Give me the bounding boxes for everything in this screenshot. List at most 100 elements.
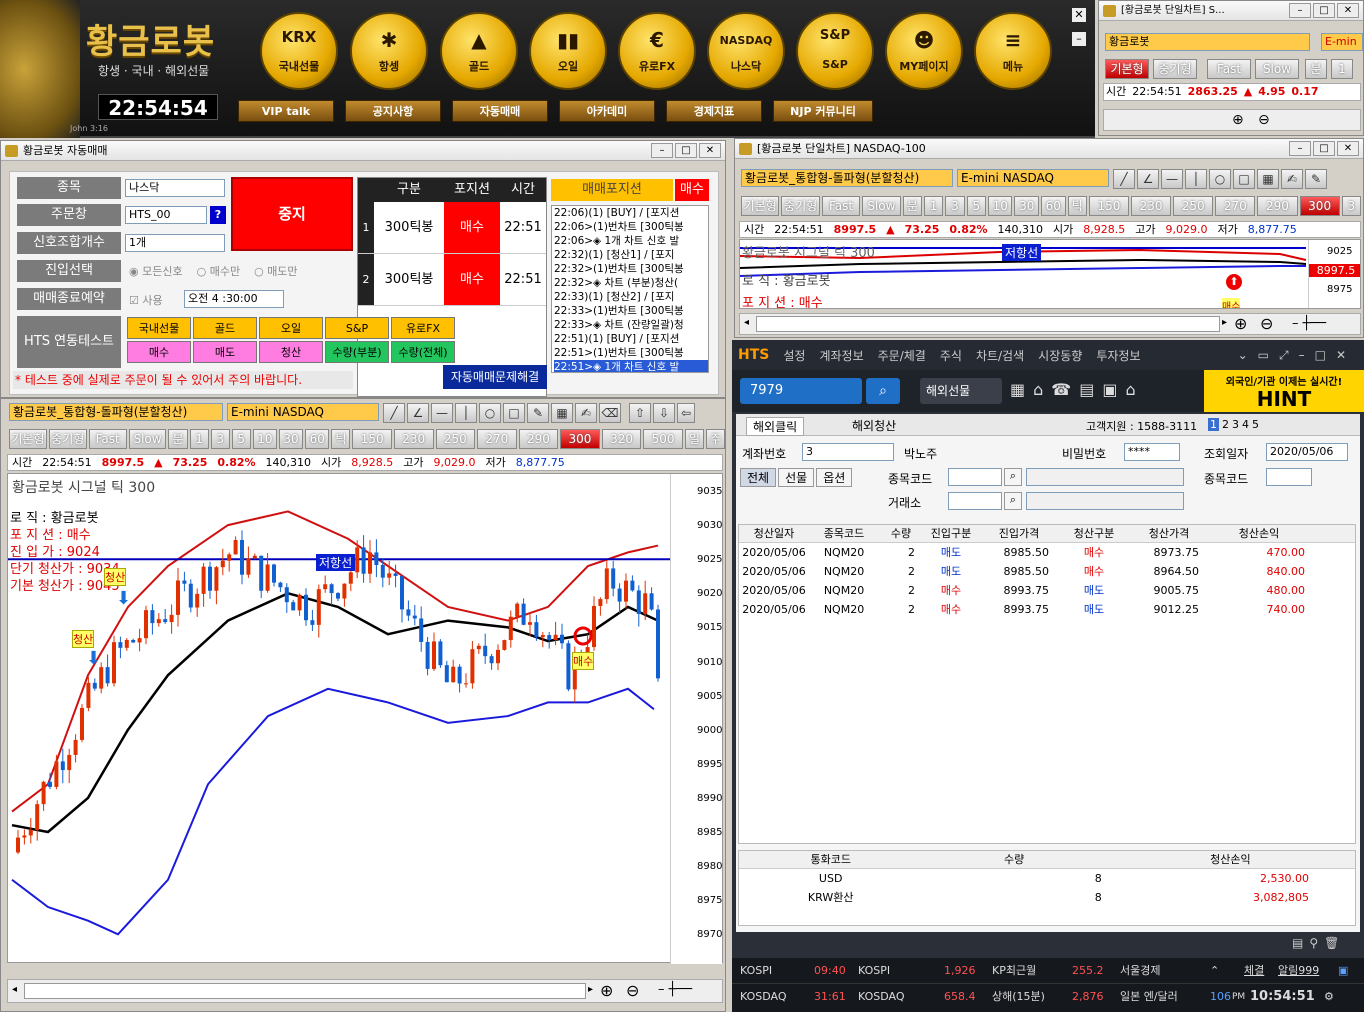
table-row[interactable]: 2020/05/06 NQM20 2 매수 8993.75 매도 9005.75 480.00 — [739, 581, 1355, 600]
product-field[interactable]: E-mini NASDAQ — [957, 169, 1109, 187]
table-row[interactable]: KRW환산 8 3,082,805 — [739, 888, 1355, 907]
tab-mid[interactable]: 중기형 — [1153, 59, 1197, 79]
tab-0[interactable]: 기본형 — [9, 429, 47, 449]
zoom-in-icon[interactable]: ⊕ — [600, 981, 613, 1000]
minimize-icon[interactable]: – — [651, 143, 673, 158]
table-row[interactable]: USD 8 2,530.00 — [739, 869, 1355, 888]
menu-button-snp[interactable]: S&P S&P — [796, 12, 874, 90]
item-select[interactable]: 나스닥 — [125, 179, 225, 197]
circle-tool-icon[interactable]: ○ — [479, 403, 501, 423]
minimize-icon[interactable]: – — [1289, 3, 1311, 18]
scroll-left-icon[interactable]: ◂ — [12, 984, 17, 995]
chevron-up-icon[interactable]: ⌃ — [1210, 958, 1244, 983]
scroll-track[interactable] — [24, 983, 586, 999]
tab-14[interactable]: 250 — [435, 429, 476, 449]
tab-4[interactable]: 분 — [168, 429, 188, 449]
minimize-icon[interactable]: – — [1072, 32, 1086, 46]
tab-5[interactable]: 1 — [189, 429, 209, 449]
tab-basic[interactable]: 기본형 — [1105, 59, 1149, 79]
line-tool-icon[interactable]: ╱ — [1113, 169, 1135, 189]
arrow-left-icon[interactable]: ⇦ — [677, 403, 695, 423]
tab-17[interactable]: 300 — [560, 429, 600, 449]
price-chart[interactable]: ⬇ ⬇ 황금로봇 시그널 틱 300 로 직 : 황금로봇 포 지 션 : 매수 … — [7, 473, 723, 964]
mini-scrollbar[interactable]: ⊕ ⊖ — [1103, 109, 1361, 131]
product-field[interactable]: E-mini NASDAQ — [227, 403, 379, 421]
tab-1[interactable]: 중기형 — [48, 429, 87, 449]
vline-tool-icon[interactable]: │ — [1185, 169, 1207, 189]
close-icon[interactable]: ✕ — [1337, 3, 1359, 18]
window-controls[interactable]: ⌄▭⤢–□✕ — [1238, 348, 1356, 363]
market-select[interactable]: 해외선물 — [920, 378, 1002, 404]
filter-all[interactable]: 전체 — [740, 468, 777, 487]
radio-sell-only[interactable]: ○ 매도만 — [254, 263, 297, 279]
scroll-right-icon[interactable]: ▸ — [1222, 317, 1227, 328]
chart-scrollbar[interactable]: ◂ ▸ ⊕ ⊖ – ┼── — [739, 313, 1361, 335]
tab-11[interactable]: 틱 — [331, 429, 351, 449]
menu-button-mypage[interactable]: ☻ MY페이지 — [885, 12, 963, 90]
tab-9[interactable]: 30 — [278, 429, 304, 449]
tab-12[interactable]: 150 — [1088, 196, 1129, 216]
bottom-action-icons[interactable]: ▤⚲🗑 — [1292, 936, 1345, 950]
tab-11[interactable]: 틱 — [1067, 196, 1087, 216]
radio-buy-only[interactable]: ○ 매수만 — [197, 263, 240, 279]
tab-10[interactable]: 60 — [305, 429, 330, 449]
arrow-up-icon[interactable]: ⇧ — [629, 403, 651, 423]
strategy-select[interactable]: 황금로봇 — [1105, 33, 1310, 51]
table-row[interactable]: 2 300틱봉 매수 22:51 — [358, 254, 546, 306]
angle-tool-icon[interactable]: ∠ — [1137, 169, 1159, 189]
notice-button[interactable]: 공지사항 — [345, 100, 441, 122]
item-code-field-2[interactable] — [1266, 468, 1312, 486]
search-icon[interactable]: ⌕ — [1004, 492, 1022, 510]
tab-16[interactable]: 290 — [1257, 196, 1298, 216]
hts-close-button[interactable]: 청산 — [259, 341, 323, 363]
tab-18[interactable]: 320 — [601, 429, 642, 449]
scroll-right-icon[interactable]: ▸ — [588, 984, 593, 995]
hts-sell-button[interactable]: 매도 — [193, 341, 257, 363]
chart-scrollbar[interactable]: ◂ ▸ ⊕ ⊖ – ┼── — [7, 979, 723, 1003]
menu-button-eurofx[interactable]: € 유로FX — [618, 12, 696, 90]
vip-talk-button[interactable]: VIP talk — [238, 100, 334, 122]
tab-12[interactable]: 150 — [352, 429, 392, 449]
close-icon[interactable]: ✕ — [699, 143, 721, 158]
zoom-in-icon[interactable]: ⊕ — [1234, 314, 1247, 333]
tab-9[interactable]: 30 — [1014, 196, 1039, 216]
menu-button-oil[interactable]: ▮▮ 오일 — [529, 12, 607, 90]
tab-13[interactable]: 230 — [393, 429, 434, 449]
tab-8[interactable]: 10 — [252, 429, 277, 449]
academy-button[interactable]: 아카데미 — [559, 100, 655, 122]
njp-community-button[interactable]: NJP 커뮤니티 — [773, 100, 873, 122]
toolbar-icons[interactable]: ▦⌂☎▤▣⌂ — [1010, 380, 1144, 399]
tab-3[interactable]: Slow — [128, 429, 167, 449]
tab-13[interactable]: 230 — [1131, 196, 1172, 216]
zoom-out-icon[interactable]: ⊖ — [1260, 314, 1273, 333]
tab-20[interactable]: 일 — [684, 429, 704, 449]
table-row[interactable]: 1 300틱봉 매수 22:51 — [358, 202, 546, 254]
tab-fast[interactable]: Fast — [1207, 59, 1251, 79]
rect-tool-icon[interactable]: □ — [1233, 169, 1255, 189]
pen-tool-icon[interactable]: ✎ — [527, 403, 549, 423]
tab-6[interactable]: 3 — [945, 196, 965, 216]
minimize-icon[interactable]: – — [1289, 141, 1311, 156]
menu-item-market[interactable]: 시장동향 — [1038, 347, 1082, 364]
signal-log-list[interactable]: 22:06)(1) [BUY] / [포지션 22:06>(1)번차트 [300… — [551, 205, 709, 373]
hts-partial-qty-button[interactable]: 수량(부분) — [325, 341, 389, 363]
tab-3[interactable]: Slow — [862, 196, 901, 216]
auto-trade-button[interactable]: 자동매매 — [452, 100, 548, 122]
tab-slow[interactable]: Slow — [1255, 59, 1299, 79]
filter-options[interactable]: 옵션 — [816, 468, 853, 487]
economic-indicators-button[interactable]: 경제지표 — [666, 100, 762, 122]
close-icon[interactable]: ✕ — [1337, 141, 1359, 156]
hts-button-snp[interactable]: S&P — [325, 317, 389, 339]
filter-futures[interactable]: 선물 — [778, 468, 815, 487]
maximize-icon[interactable]: □ — [1313, 141, 1335, 156]
hint-banner[interactable]: 외국인/기관 이제는 실시간! HINT — [1204, 370, 1364, 412]
zoom-slider[interactable]: – ┼── — [1292, 316, 1326, 331]
hts-button-gold[interactable]: 골드 — [193, 317, 257, 339]
tab-7[interactable]: 5 — [231, 429, 251, 449]
item-code-field[interactable] — [948, 468, 1002, 486]
strategy-select[interactable]: 황금로봇_통합형-돌파형(분할청산) — [9, 403, 223, 421]
strategy-select[interactable]: 황금로봇_통합형-돌파형(분할청산) — [741, 169, 953, 187]
radio-all-signals[interactable]: ◉ 모든신호 — [129, 263, 183, 279]
vline-tool-icon[interactable]: │ — [455, 403, 477, 423]
hts-button-eurofx[interactable]: 유로FX — [391, 317, 455, 339]
